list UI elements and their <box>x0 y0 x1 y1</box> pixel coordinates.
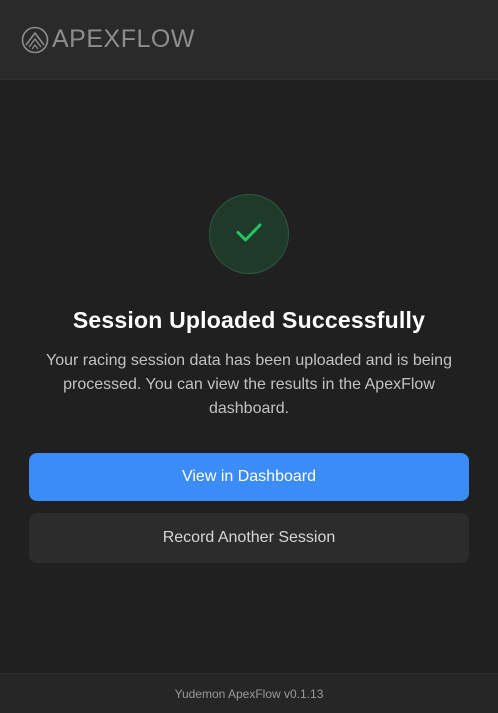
app-header: APEXFLOW <box>0 0 498 80</box>
page-title: Session Uploaded Successfully <box>72 307 426 333</box>
version-text: Yudemon ApexFlow v0.1.13 <box>174 686 324 701</box>
view-dashboard-button[interactable]: View in Dashboard <box>29 453 469 501</box>
apexflow-logo-icon <box>21 26 49 54</box>
check-icon <box>234 217 264 252</box>
status-description: Your racing session data has been upload… <box>46 352 452 417</box>
success-badge <box>209 194 289 274</box>
upload-success-panel: Session Uploaded Successfully Your racin… <box>0 81 498 673</box>
app-footer: Yudemon ApexFlow v0.1.13 <box>0 673 498 713</box>
logo-wordmark: APEXFLOW <box>52 25 195 53</box>
record-another-session-button[interactable]: Record Another Session <box>29 513 469 563</box>
apexflow-logo: APEXFLOW <box>21 25 195 54</box>
